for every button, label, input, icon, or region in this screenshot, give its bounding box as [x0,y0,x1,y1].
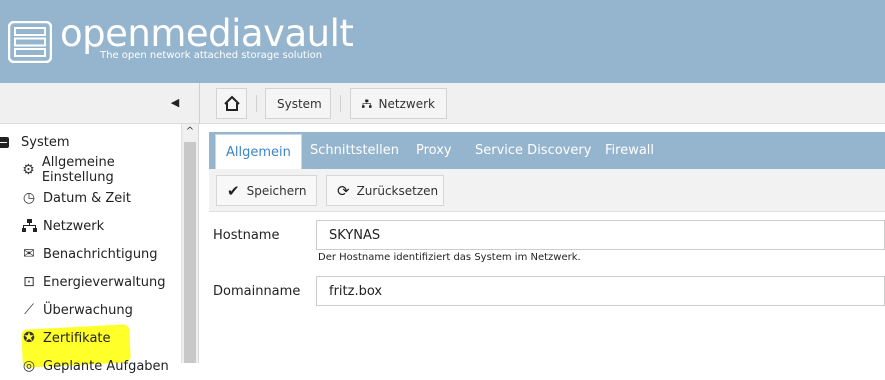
breadcrumb-home[interactable] [216,88,247,119]
sidebar-item-allgemeine-einstellung[interactable]: ⚙ Allgemeine Einstellung [0,155,181,185]
collapse-group-icon [0,136,9,148]
scrollbar-thumb[interactable] [184,142,196,363]
sidebar-group-label: System [21,134,70,150]
sidebar-item-label: Datum & Zeit [43,190,131,206]
hostname-label: Hostname [213,228,280,243]
tab-service-discovery[interactable]: Service Discovery [475,132,591,169]
toolbar-divider [199,83,200,124]
app-header: openmediavault The open network attached… [0,0,885,83]
tab-proxy[interactable]: Proxy [416,132,452,169]
sidebar-item-label: Netzwerk [43,218,105,234]
refresh-icon: ⟳ [337,181,350,200]
main-panel: Allgemein Schnittstellen Proxy Service D… [199,124,885,363]
hostname-hint: Der Hostname identifiziert das System im… [318,252,581,263]
sidebar-item-zertifikate[interactable]: ✪ Zertifikate [0,324,181,352]
breadcrumb-netzwerk-label: Netzwerk [378,96,435,111]
breadcrumb-separator [340,95,341,112]
domainname-label: Domainname [213,284,301,299]
sidebar-item-label: Energieverwaltung [43,274,166,290]
navigation-sidebar: System ⚙ Allgemeine Einstellung ◷ Datum … [0,124,199,374]
reset-button-label: Zurücksetzen [356,183,439,198]
network-icon [20,218,38,234]
certificate-icon: ✪ [23,330,35,346]
tab-firewall[interactable]: Firewall [605,132,654,169]
collapse-sidebar-icon[interactable]: ◀ [168,96,182,110]
hostname-input[interactable] [316,220,885,250]
reset-button[interactable]: ⟳ Zurücksetzen [326,175,444,206]
power-icon: ⊡ [23,274,35,290]
domainname-input[interactable] [316,276,885,306]
breadcrumb-toolbar: ◀ System Netzwerk [0,83,885,124]
server-logo-icon [8,21,52,63]
save-button[interactable]: ✔ Speichern [216,175,317,206]
sidebar-scrollbar[interactable]: ^ [181,124,198,363]
action-bar: ✔ Speichern ⟳ Zurücksetzen [209,169,885,212]
breadcrumb-system-label: System [277,96,322,111]
breadcrumb-separator [256,95,257,112]
save-button-label: Speichern [246,183,307,198]
tab-schnittstellen[interactable]: Schnittstellen [310,132,399,169]
sidebar-item-label: Allgemeine Einstellung [41,155,115,185]
envelope-icon: ✉ [23,246,35,262]
sidebar-item-label: Zertifikate [43,330,111,346]
sidebar-item-ueberwachung[interactable]: ⟋ Überwachung [0,296,181,324]
scroll-up-icon[interactable]: ^ [182,126,198,140]
sidebar-item-label: Überwachung [43,302,133,318]
sidebar-item-datum-zeit[interactable]: ◷ Datum & Zeit [0,184,181,212]
home-icon [223,95,240,111]
tab-allgemein[interactable]: Allgemein [215,134,302,170]
breadcrumb-netzwerk[interactable]: Netzwerk [350,88,447,119]
sidebar-item-label: Benachrichtigung [43,246,158,262]
schedule-icon: ◎ [22,358,36,374]
breadcrumb-system[interactable]: System [265,88,331,119]
chart-line-icon: ⟋ [24,302,34,318]
sidebar-item-geplante-aufgaben[interactable]: ◎ Geplante Aufgaben [0,352,181,380]
sidebar-group-system[interactable]: System [0,128,181,156]
tab-bar: Allgemein Schnittstellen Proxy Service D… [209,132,885,170]
sidebar-item-netzwerk[interactable]: Netzwerk [0,212,181,240]
checkmark-icon: ✔ [227,181,240,200]
sidebar-item-benachrichtigung[interactable]: ✉ Benachrichtigung [0,240,181,268]
brand-name: openmediavault [60,12,354,55]
sidebar-item-energieverwaltung[interactable]: ⊡ Energieverwaltung [0,268,181,296]
gears-icon: ⚙ [22,162,35,178]
network-icon [362,99,372,108]
sidebar-item-label: Geplante Aufgaben [43,358,169,374]
clock-icon: ◷ [22,190,36,206]
brand-tagline: The open network attached storage soluti… [100,50,323,61]
